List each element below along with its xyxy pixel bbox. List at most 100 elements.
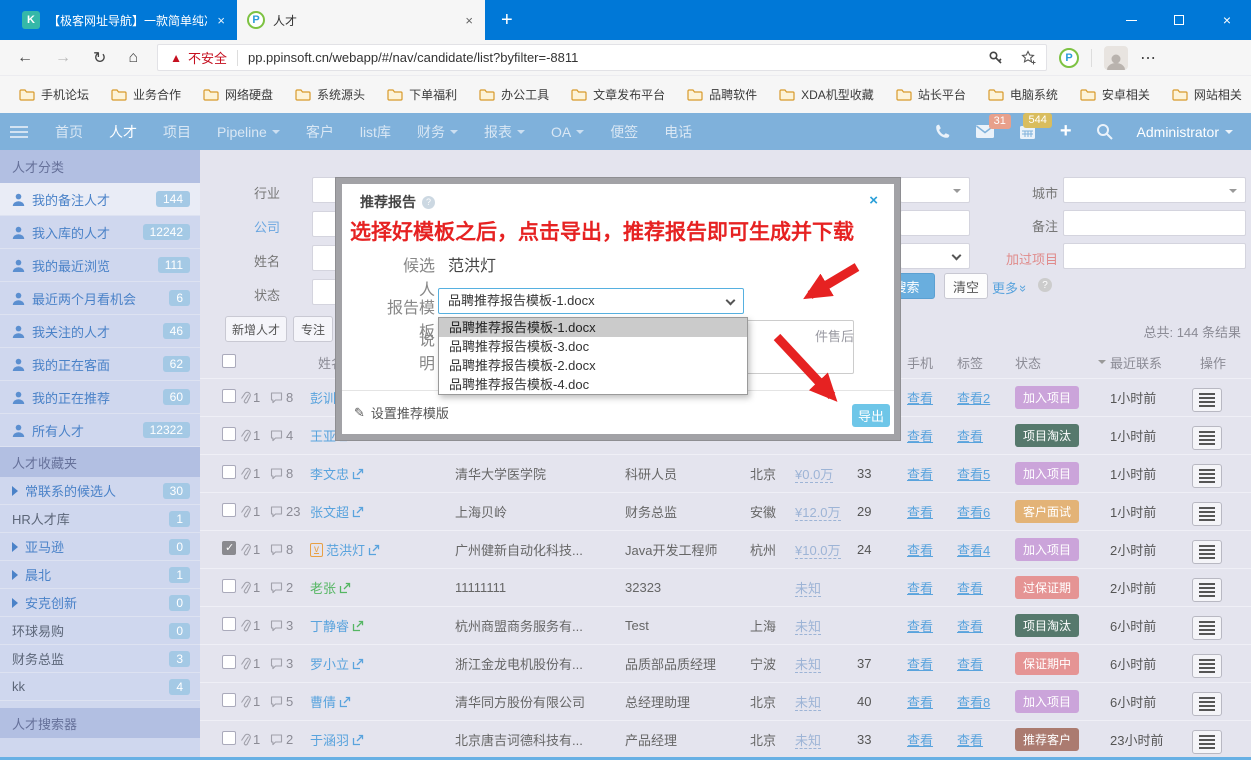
more-filters-link[interactable]: 更多» — [992, 278, 1031, 297]
row-checkbox[interactable] — [222, 579, 236, 593]
add-icon[interactable]: + — [1060, 120, 1072, 143]
bookmark-folder[interactable]: 系统源头 — [284, 86, 376, 103]
row-checkbox[interactable] — [222, 389, 236, 403]
view-tags-link[interactable]: 查看 — [957, 429, 983, 444]
sidebar-item[interactable]: 所有人才 12322 — [0, 414, 200, 447]
bookmark-folder[interactable]: 品聘软件 — [676, 86, 768, 103]
nav-item[interactable]: Pipeline — [204, 122, 293, 142]
external-link-icon[interactable] — [352, 658, 364, 670]
attachment-count[interactable]: 1 — [240, 466, 270, 481]
row-actions-button[interactable] — [1192, 692, 1222, 716]
row-actions-button[interactable] — [1192, 616, 1222, 640]
dropdown-option[interactable]: 品聘推荐报告模板-3.doc — [439, 337, 747, 356]
view-tags-link[interactable]: 查看5 — [957, 467, 990, 482]
select-all-checkbox[interactable] — [222, 353, 236, 368]
bookmark-folder[interactable]: 电脑系统 — [977, 86, 1069, 103]
bookmark-folder[interactable]: 安卓相关 — [1069, 86, 1161, 103]
sidebar-item[interactable]: 我入库的人才 12242 — [0, 216, 200, 249]
view-phone-link[interactable]: 查看 — [907, 619, 933, 634]
row-actions-button[interactable] — [1192, 578, 1222, 602]
user-menu[interactable]: Administrator — [1137, 124, 1233, 140]
header-phone[interactable]: 手机 — [907, 353, 957, 372]
row-checkbox[interactable] — [222, 731, 236, 745]
bookmark-folder[interactable]: 手机论坛 — [8, 86, 100, 103]
nav-item[interactable]: 项目 — [150, 122, 204, 142]
tab1-close-icon[interactable]: × — [215, 13, 227, 28]
maximize-button[interactable] — [1155, 0, 1203, 40]
view-tags-link[interactable]: 查看4 — [957, 543, 990, 558]
attachment-count[interactable]: 1 — [240, 580, 270, 595]
header-recent-contact[interactable]: 最近联系 — [1110, 353, 1192, 372]
nav-item[interactable]: list库 — [347, 122, 404, 142]
sidebar-item[interactable]: 我的最近浏览 111 — [0, 249, 200, 282]
salary-link[interactable]: 未知 — [795, 695, 822, 711]
status-tag[interactable]: 保证期中 — [1015, 652, 1080, 675]
view-phone-link[interactable]: 查看 — [907, 695, 933, 710]
sidebar-item[interactable]: kk 4 — [0, 673, 200, 701]
new-tab-button[interactable]: + — [485, 0, 529, 40]
filter-joined-project-input[interactable] — [1063, 243, 1246, 269]
view-tags-link[interactable]: 查看 — [957, 619, 983, 634]
view-tags-link[interactable]: 查看 — [957, 581, 983, 596]
attachment-count[interactable]: 1 — [240, 390, 270, 405]
candidate-name-link[interactable]: 曹倩 — [310, 692, 336, 711]
sidebar-item[interactable]: 晨北 1 — [0, 561, 200, 589]
salary-link[interactable]: ¥0.0万 — [795, 467, 834, 483]
calendar-icon[interactable]: 544 — [1019, 113, 1052, 140]
clear-button[interactable]: 清空 — [944, 273, 988, 299]
view-phone-link[interactable]: 查看 — [907, 657, 933, 672]
status-tag[interactable]: 客户面试 — [1015, 500, 1080, 523]
bookmark-folder[interactable]: 文章发布平台 — [560, 86, 676, 103]
candidate-name-link[interactable]: 张文超 — [310, 502, 349, 521]
row-checkbox[interactable] — [222, 465, 236, 479]
candidate-name-link[interactable]: 李文忠 — [310, 464, 349, 483]
view-tags-link[interactable]: 查看2 — [957, 391, 990, 406]
bookmark-folder[interactable]: XDA机型收藏 — [768, 86, 885, 103]
nav-item[interactable]: OA — [538, 122, 597, 142]
browser-tab-active[interactable]: P 人才 × — [237, 0, 485, 40]
candidate-name-link[interactable]: 于涵羽 — [310, 730, 349, 749]
status-tag[interactable]: 过保证期 — [1015, 576, 1080, 599]
comment-count[interactable]: 8 — [270, 542, 310, 557]
search-icon[interactable] — [1096, 123, 1113, 140]
row-actions-button[interactable] — [1192, 464, 1222, 488]
sidebar-item[interactable]: 常联系的候选人 30 — [0, 477, 200, 505]
view-tags-link[interactable]: 查看 — [957, 657, 983, 672]
candidate-name-link[interactable]: 范洪灯 — [326, 540, 365, 559]
header-tags[interactable]: 标签 — [957, 353, 1015, 372]
back-icon[interactable]: ← — [6, 49, 44, 67]
bookmark-folder[interactable]: 网站相关 — [1161, 86, 1251, 103]
candidate-name-link[interactable]: 老张 — [310, 578, 336, 597]
header-status[interactable]: 状态 — [1015, 353, 1110, 372]
security-warning-text[interactable]: 不安全 — [188, 48, 227, 67]
comment-count[interactable]: 23 — [270, 504, 310, 519]
attachment-count[interactable]: 1 — [240, 618, 270, 633]
row-checkbox[interactable] — [222, 617, 236, 631]
browser-menu-icon[interactable]: ⋯ — [1140, 48, 1156, 68]
nav-item[interactable]: 便签 — [597, 122, 651, 142]
bookmark-folder[interactable]: 办公工具 — [468, 86, 560, 103]
comment-count[interactable]: 3 — [270, 656, 310, 671]
row-checkbox[interactable] — [222, 427, 236, 441]
row-actions-button[interactable] — [1192, 388, 1222, 412]
view-phone-link[interactable]: 查看 — [907, 429, 933, 444]
nav-item[interactable]: 电话 — [651, 122, 705, 142]
dropdown-option[interactable]: 品聘推荐报告模板-1.docx — [439, 318, 747, 337]
sort-caret-icon[interactable] — [1098, 360, 1106, 364]
attachment-count[interactable]: 1 — [240, 542, 270, 557]
home-icon[interactable]: ⌂ — [117, 49, 149, 67]
sidebar-item[interactable]: 亚马逊 0 — [0, 533, 200, 561]
external-link-icon[interactable] — [352, 506, 364, 518]
url-text[interactable]: pp.ppinsoft.cn/webapp/#/nav/candidate/li… — [238, 50, 979, 65]
export-button[interactable]: 导出 — [852, 404, 890, 427]
filter-note-input[interactable] — [1063, 210, 1246, 236]
attachment-count[interactable]: 1 — [240, 694, 270, 709]
sidebar-item[interactable]: 环球易购 0 — [0, 617, 200, 645]
external-link-icon[interactable] — [339, 582, 351, 594]
row-actions-button[interactable] — [1192, 540, 1222, 564]
filter-select-fragment2[interactable] — [900, 243, 970, 269]
dropdown-option[interactable]: 品聘推荐报告模板-4.doc — [439, 375, 747, 394]
add-favorite-star-icon[interactable] — [1021, 50, 1037, 65]
filter-company-label[interactable]: 公司 — [235, 217, 280, 236]
view-phone-link[interactable]: 查看 — [907, 543, 933, 558]
